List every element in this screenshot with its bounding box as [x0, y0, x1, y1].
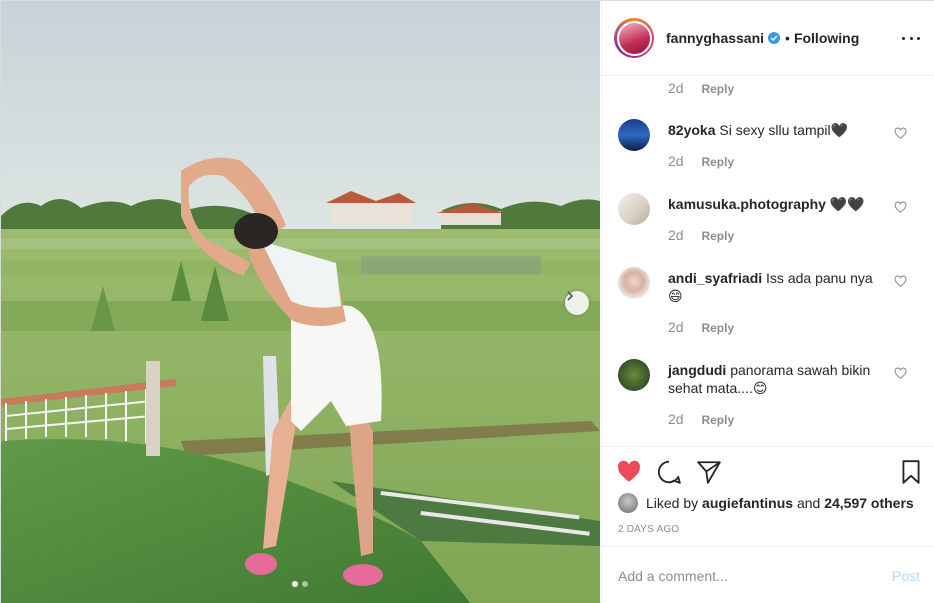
- comment-meta: 2d Reply: [668, 227, 734, 243]
- comment-meta: 2d Reply: [668, 153, 734, 169]
- comment-input[interactable]: [618, 567, 878, 584]
- heart-filled-icon[interactable]: [616, 459, 642, 485]
- verified-badge-icon: [768, 32, 781, 44]
- reply-button[interactable]: Reply: [701, 321, 734, 335]
- avatar-image: [616, 20, 652, 56]
- comment-username[interactable]: kamusuka.photography: [668, 196, 826, 212]
- more-horizontal-icon: [902, 36, 905, 40]
- reply-button[interactable]: Reply: [701, 155, 734, 169]
- post-comment-button[interactable]: Post: [892, 568, 920, 584]
- instagram-post: fannyghassani • Following 2d Reply 82yok…: [0, 0, 934, 603]
- liked-by-mid: and: [796, 495, 821, 511]
- post-sidebar: fannyghassani • Following 2d Reply 82yok…: [601, 1, 934, 603]
- likes-summary[interactable]: Liked by augiefantinus and 24,597 others: [618, 493, 914, 513]
- liked-by-user[interactable]: augiefantinus: [702, 495, 793, 511]
- header-username[interactable]: fannyghassani: [666, 30, 764, 46]
- comment-body: Si sexy sllu tampil🖤: [719, 122, 849, 138]
- liked-by-count[interactable]: 24,597 others: [824, 495, 914, 511]
- comment-username[interactable]: jangdudi: [668, 362, 726, 378]
- carousel-dot: [302, 581, 308, 587]
- comment-username[interactable]: 82yoka: [668, 122, 715, 138]
- comment-time: 2d: [668, 227, 684, 243]
- heart-outline-icon[interactable]: [894, 201, 907, 214]
- comment-text: andi_syafriadi Iss ada panu nya 😄: [668, 269, 888, 305]
- more-options-button[interactable]: [902, 29, 920, 47]
- comment-meta: 2d Reply: [668, 80, 734, 96]
- more-dot: [917, 36, 920, 40]
- photo-illustration: [1, 1, 600, 603]
- commenter-avatar[interactable]: [618, 119, 650, 151]
- comment-meta: 2d Reply: [668, 411, 734, 427]
- comment-text: 82yoka Si sexy sllu tampil🖤: [668, 121, 888, 139]
- carousel-next-button[interactable]: [565, 291, 589, 315]
- commenter-avatar[interactable]: [618, 193, 650, 225]
- liked-by-prefix: Liked by: [646, 495, 699, 511]
- more-dot: [909, 36, 913, 40]
- carousel-dot-active: [292, 581, 298, 587]
- post-actions: Liked by augiefantinus and 24,597 others…: [602, 446, 934, 544]
- post-photo[interactable]: [1, 1, 600, 603]
- post-timestamp[interactable]: 2 DAYS AGO: [618, 524, 679, 535]
- heart-outline-icon[interactable]: [894, 275, 907, 288]
- add-comment-bar: Post: [602, 546, 934, 603]
- header-separator: •: [785, 30, 790, 46]
- bookmark-icon[interactable]: [898, 459, 924, 485]
- reply-button[interactable]: Reply: [701, 413, 734, 427]
- comment-time: 2d: [668, 80, 684, 96]
- reply-button[interactable]: Reply: [701, 229, 734, 243]
- profile-avatar[interactable]: [614, 18, 654, 58]
- comment-username[interactable]: andi_syafriadi: [668, 270, 762, 286]
- heart-outline-icon[interactable]: [894, 367, 907, 380]
- comment-time: 2d: [668, 153, 684, 169]
- comment-body: 🖤🖤: [829, 196, 865, 212]
- share-icon[interactable]: [696, 459, 722, 485]
- heart-outline-icon[interactable]: [894, 127, 907, 140]
- commenter-avatar[interactable]: [618, 359, 650, 391]
- comment-text: kamusuka.photography 🖤🖤: [668, 195, 888, 213]
- comments-list[interactable]: 2d Reply 82yoka Si sexy sllu tampil🖤 2d …: [602, 76, 934, 446]
- chevron-right-icon: [567, 291, 574, 301]
- comment-time: 2d: [668, 319, 684, 335]
- liker-avatar: [618, 493, 638, 513]
- comment-meta: 2d Reply: [668, 319, 734, 335]
- carousel-indicator: [292, 581, 308, 587]
- post-header: fannyghassani • Following: [602, 1, 934, 76]
- commenter-avatar[interactable]: [618, 267, 650, 299]
- following-button[interactable]: Following: [794, 30, 859, 46]
- reply-button[interactable]: Reply: [701, 82, 734, 96]
- comment-icon[interactable]: [656, 459, 682, 485]
- comment-text: jangdudi panorama sawah bikin sehat mata…: [668, 361, 888, 397]
- comment-time: 2d: [668, 411, 684, 427]
